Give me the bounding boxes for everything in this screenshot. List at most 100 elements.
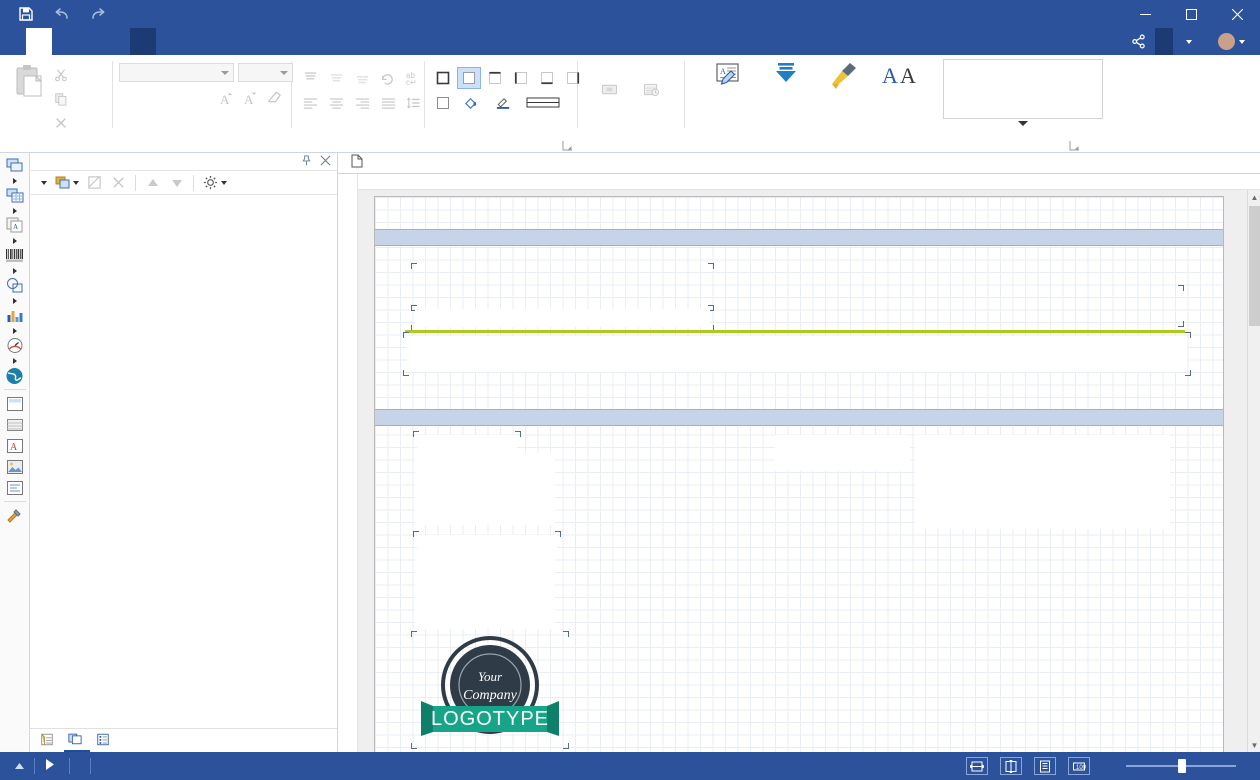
gauge-expand-icon[interactable] <box>2 356 28 365</box>
redo-icon[interactable] <box>88 4 108 24</box>
rich-text-expand-icon[interactable] <box>2 236 28 245</box>
shape-icon[interactable] <box>2 275 28 296</box>
align-middle-button[interactable] <box>324 67 348 89</box>
text-component-icon[interactable] <box>2 155 28 176</box>
share-icon[interactable] <box>1122 28 1155 55</box>
minimize-icon[interactable] <box>1122 0 1168 28</box>
font-family-select[interactable] <box>119 63 234 82</box>
tab-insert[interactable] <box>52 28 78 55</box>
company-logo[interactable]: Your Company LOGOTYPE <box>415 635 565 745</box>
clear-formatting-button[interactable] <box>263 87 286 109</box>
shape-expand-icon[interactable] <box>2 296 28 305</box>
delete-button[interactable] <box>108 173 129 192</box>
align-top-button[interactable] <box>298 67 322 89</box>
insured-label[interactable] <box>417 435 517 453</box>
align-center-button[interactable] <box>324 92 348 114</box>
line-spacing-button[interactable] <box>402 92 426 114</box>
save-icon[interactable] <box>16 4 36 24</box>
dictionary-tree[interactable] <box>30 195 337 728</box>
text-icon[interactable]: A <box>2 435 28 456</box>
panel-icon[interactable] <box>2 393 28 414</box>
close-icon[interactable] <box>320 155 331 169</box>
tab-file[interactable] <box>0 28 26 55</box>
single-page-view-icon[interactable] <box>1034 757 1056 775</box>
text-component-expand-icon[interactable] <box>2 176 28 185</box>
font-size-select[interactable] <box>238 63 293 82</box>
close-icon[interactable] <box>1214 0 1260 28</box>
delete-button[interactable] <box>52 111 74 135</box>
border-left-button[interactable] <box>509 67 533 89</box>
check-issues-button[interactable] <box>35 752 69 780</box>
cut-button[interactable] <box>52 63 74 87</box>
page-tab-page1[interactable] <box>346 151 376 173</box>
conditions-button[interactable]: A <box>699 59 757 95</box>
style-designer-button[interactable]: AA <box>873 59 931 93</box>
map-icon[interactable] <box>2 365 28 386</box>
align-bottom-button[interactable] <box>350 67 374 89</box>
zoom-slider-thumb[interactable] <box>1178 759 1186 773</box>
border-color-button[interactable] <box>489 92 519 114</box>
tab-dictionary[interactable] <box>64 730 90 752</box>
copy-style-button[interactable] <box>815 59 873 93</box>
barcode-icon[interactable] <box>2 245 28 266</box>
band-header-pageheaderband1[interactable] <box>375 229 1223 246</box>
interaction-button[interactable] <box>757 59 815 95</box>
currency-format-button[interactable] <box>595 78 625 100</box>
tagline-text[interactable] <box>415 309 710 327</box>
wrap-text-button[interactable]: abc↵ <box>402 67 426 89</box>
chart-icon[interactable] <box>2 305 28 326</box>
zoom-slider[interactable] <box>1126 759 1236 773</box>
band-header-headerband1[interactable] <box>375 409 1223 426</box>
quote-number-value[interactable] <box>915 435 1170 453</box>
zoom-level-label[interactable] <box>1096 752 1112 780</box>
tab-preview[interactable] <box>130 28 156 55</box>
pin-icon[interactable] <box>301 155 312 169</box>
canvas-scroll-pane[interactable]: Your Company LOGOTYPE <box>358 190 1260 752</box>
table-component-expand-icon[interactable] <box>2 206 28 215</box>
new-item-button[interactable] <box>52 173 81 192</box>
paste-button[interactable] <box>6 61 52 101</box>
quote-number-label[interactable] <box>775 435 910 453</box>
property-location-label[interactable] <box>417 535 557 553</box>
tools-icon[interactable] <box>2 505 28 526</box>
page-width-view-icon[interactable] <box>966 757 988 775</box>
copy-button[interactable] <box>52 87 74 111</box>
border-clear-button[interactable] <box>431 92 455 114</box>
border-style-button[interactable] <box>521 92 567 114</box>
rich-text-icon[interactable]: A <box>2 215 28 236</box>
border-all-button[interactable] <box>431 67 455 89</box>
subreport-icon[interactable] <box>2 477 28 498</box>
publish-button[interactable] <box>1155 28 1173 55</box>
tab-properties[interactable] <box>36 731 62 751</box>
style-dialog-launcher[interactable] <box>1069 140 1080 151</box>
edit-button[interactable] <box>84 173 105 192</box>
datetime-format-button[interactable] <box>637 78 667 100</box>
property-location-value[interactable] <box>415 553 555 629</box>
text-rotation-button[interactable] <box>376 67 400 89</box>
units-selector[interactable] <box>0 752 34 780</box>
select-style-gallery[interactable] <box>943 59 1103 119</box>
settings-button[interactable] <box>200 173 229 192</box>
company-name-text[interactable] <box>415 267 710 307</box>
multi-page-view-icon[interactable]: 100 <box>1068 757 1090 775</box>
table-component-icon[interactable] <box>2 185 28 206</box>
italic-button[interactable] <box>143 87 166 109</box>
chart-expand-icon[interactable] <box>2 326 28 335</box>
report-title-text[interactable] <box>805 289 1180 323</box>
move-down-button[interactable] <box>166 173 187 192</box>
underline-button[interactable] <box>167 87 190 109</box>
border-bottom-button[interactable] <box>535 67 559 89</box>
shrink-font-button[interactable]: A <box>239 87 262 109</box>
page-height-view-icon[interactable] <box>1000 757 1022 775</box>
description-text[interactable] <box>407 336 1187 372</box>
accent-divider[interactable] <box>405 330 1185 333</box>
grow-font-button[interactable]: A <box>215 87 238 109</box>
tab-report-tree[interactable] <box>92 731 118 751</box>
band-icon[interactable] <box>2 414 28 435</box>
account-menu[interactable] <box>1201 28 1254 55</box>
insured-value[interactable] <box>415 453 555 525</box>
bold-button[interactable] <box>119 87 142 109</box>
move-up-button[interactable] <box>142 173 163 192</box>
align-right-button[interactable] <box>350 92 374 114</box>
tab-page[interactable] <box>78 28 104 55</box>
